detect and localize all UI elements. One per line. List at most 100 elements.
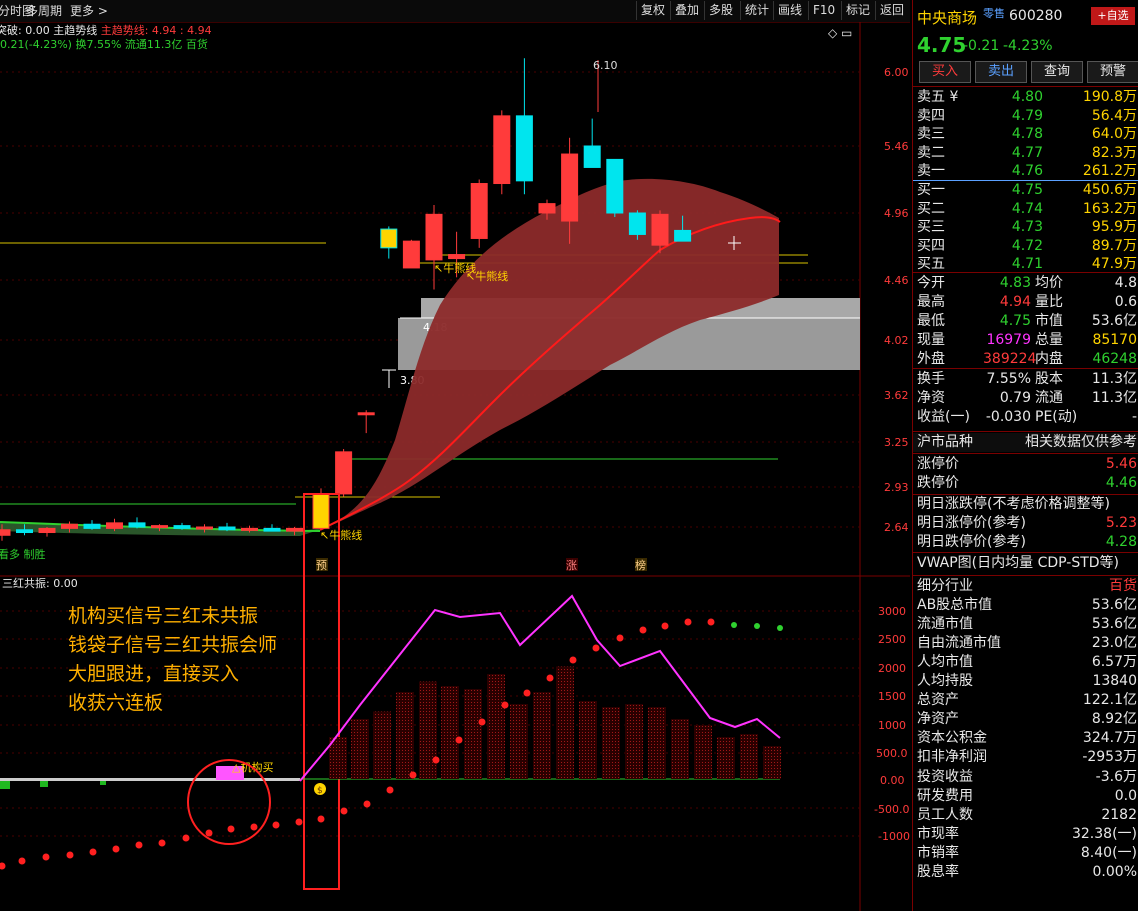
fundamental-value: 32.38(一) xyxy=(1071,825,1137,842)
query-button[interactable]: 查询 xyxy=(1031,61,1083,83)
fundamental-row: 流通市值 53.6亿 xyxy=(913,615,1138,634)
add-favorite-button[interactable]: +自选 xyxy=(1091,7,1135,25)
candle-body xyxy=(173,525,191,529)
ask-volume: 190.8万 xyxy=(1082,89,1137,105)
stat-value: 16979 xyxy=(986,332,1031,348)
indicator-bar xyxy=(464,689,482,779)
indicator-bar xyxy=(717,737,735,779)
candle-body xyxy=(106,522,123,529)
stat-label: 现量 xyxy=(917,332,945,348)
indicator-tick: -500.0 xyxy=(874,803,909,816)
ask-label: 卖五 ¥ xyxy=(917,89,959,105)
ask-row[interactable]: 卖二 4.77 82.3万 xyxy=(913,144,1138,163)
fundamental-row: 自由流通市值 23.0亿 xyxy=(913,634,1138,653)
fundamental-value: 8.40(一) xyxy=(1080,844,1137,861)
fundamental-label: 净资产 xyxy=(917,711,959,728)
candle-body xyxy=(16,529,33,534)
stat-row: 外盘 389224 内盘 46248 xyxy=(913,350,1138,369)
indicator-bar xyxy=(579,701,597,779)
bid-label: 买四 xyxy=(917,237,945,254)
limit-row: 跌停价 4.46 xyxy=(913,474,1138,493)
bid-label: 买一 xyxy=(917,182,945,198)
price-tick: 6.00 xyxy=(884,66,909,79)
signal-highlight-box xyxy=(303,493,340,890)
indicator-dot xyxy=(112,845,120,853)
annotation-line: 收获六连板 xyxy=(68,692,164,714)
tomorrow-row: 明日跌停价(参考) 4.28 xyxy=(913,533,1138,552)
stat-value2: 0.6 xyxy=(1114,294,1137,310)
neg-bar xyxy=(40,781,48,787)
fundamental-label: 人均市值 xyxy=(917,654,973,671)
sell-button[interactable]: 卖出 xyxy=(975,61,1027,83)
toolbar-overlay-button[interactable]: 叠加 xyxy=(670,1,703,20)
indicator-bar xyxy=(602,707,620,779)
fundamental-row: 市现率 32.38(一) xyxy=(913,825,1138,844)
ask-row[interactable]: 卖四 4.79 56.4万 xyxy=(913,107,1138,126)
fundamental-value: 0.0 xyxy=(1114,787,1137,804)
tag-bang[interactable]: 榜 xyxy=(635,558,646,572)
candle-body xyxy=(151,525,168,529)
ask-label: 卖一 xyxy=(917,163,945,179)
limit-value: 4.46 xyxy=(1105,475,1137,491)
ask-price: 4.79 xyxy=(1011,107,1043,124)
fundamental-label: 研发费用 xyxy=(917,787,973,804)
indicator-bar xyxy=(419,681,437,779)
stat-label2: 均价 xyxy=(1035,275,1063,291)
bid-row[interactable]: 买四 4.72 89.7万 xyxy=(913,237,1138,256)
indicator-dot xyxy=(639,626,647,634)
indicator-bar xyxy=(441,686,459,779)
indicator-title: 三红共振: 0.00 xyxy=(2,576,78,590)
candle-body xyxy=(538,203,556,214)
fundamental-value: 23.0亿 xyxy=(1091,635,1137,652)
bid-row[interactable]: 买二 4.74 163.2万 xyxy=(913,200,1138,219)
fundamental-label: 细分行业 xyxy=(917,578,973,594)
indicator-tick: 1500 xyxy=(878,690,906,703)
stat-label2: 市值 xyxy=(1035,313,1063,329)
toolbar-item-multiperiod[interactable]: 多周期 xyxy=(26,2,62,19)
money-bag-symbol: $ xyxy=(317,786,323,796)
indicator-tick: 0.00 xyxy=(880,774,905,787)
bid-row[interactable]: 买三 4.73 95.9万 xyxy=(913,218,1138,237)
ask-row[interactable]: 卖一 4.76 261.2万 xyxy=(913,162,1138,181)
bid-volume: 450.6万 xyxy=(1082,182,1137,198)
indicator-dot xyxy=(66,851,74,859)
toolbar-draw-button[interactable]: 画线 xyxy=(773,1,806,20)
toolbar-restore-rights-button[interactable]: 复权 xyxy=(636,1,669,20)
separator xyxy=(913,272,1138,273)
indicator-tick: 1000 xyxy=(878,719,906,732)
vwap-row[interactable]: VWAP图(日内均量 CDP-STD等) xyxy=(913,554,1138,573)
fundamental-label: 扣非净利润 xyxy=(917,749,987,766)
alert-button[interactable]: 预警 xyxy=(1087,61,1138,83)
candle-body xyxy=(380,228,398,249)
stat2-value: 7.55% xyxy=(986,371,1031,387)
candle-body xyxy=(470,183,488,239)
stat2-label2: 流通 xyxy=(1035,390,1063,406)
ask-row[interactable]: 卖五 ¥ 4.80 190.8万 xyxy=(913,88,1138,107)
tag-yu[interactable]: 预 xyxy=(316,559,327,572)
candle-body xyxy=(425,213,443,261)
indicator-dot xyxy=(707,618,715,626)
toolbar-f10-button[interactable]: F10 xyxy=(808,1,839,20)
stat-value: 4.94 xyxy=(999,294,1031,310)
stat2-value: 0.79 xyxy=(999,390,1031,406)
indicator-dot xyxy=(317,815,325,823)
price-tick: 4.96 xyxy=(884,207,909,220)
fundamental-value: -3.6万 xyxy=(1095,768,1137,785)
stat-label: 最低 xyxy=(917,313,945,329)
buy-button[interactable]: 买入 xyxy=(919,61,971,83)
toolbar-item-more[interactable]: 更多 > xyxy=(70,2,108,19)
indicator-bar xyxy=(351,719,369,779)
ask-row[interactable]: 卖三 4.78 64.0万 xyxy=(913,125,1138,144)
bid-row[interactable]: 买一 4.75 450.6万 xyxy=(913,181,1138,200)
toolbar-mark-button[interactable]: 标记 xyxy=(841,1,874,20)
tag-zhang[interactable]: 涨 xyxy=(566,559,577,572)
toolbar-back-button[interactable]: 返回 xyxy=(875,1,908,20)
fundamental-label: 市现率 xyxy=(917,825,959,842)
toolbar-stats-button[interactable]: 统计 xyxy=(740,1,773,20)
candle-body xyxy=(674,229,692,242)
price-tick: 3.25 xyxy=(884,436,909,449)
kline-chart[interactable]: 6.00 5.46 4.96 4.46 4.02 3.62 3.25 2.93 … xyxy=(0,22,910,911)
toolbar-multistock-button[interactable]: 多股 xyxy=(704,1,737,20)
stat-label2: 总量 xyxy=(1035,332,1063,348)
indicator-dot xyxy=(523,689,531,697)
